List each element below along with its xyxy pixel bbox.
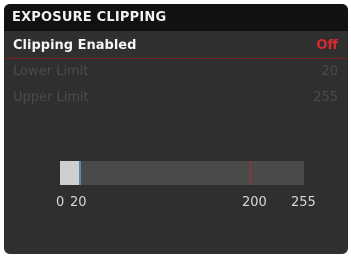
clipped-low-region — [60, 161, 80, 185]
clipping-enabled-label: Clipping Enabled — [13, 38, 137, 53]
range-label-upper: 200 — [242, 195, 267, 210]
exposure-clipping-screen: EXPOSURE CLIPPING Clipping Enabled Off L… — [4, 4, 348, 254]
range-label-lower: 20 — [70, 195, 87, 210]
page-title: EXPOSURE CLIPPING — [12, 10, 167, 25]
lower-limit-value: 20 — [321, 64, 338, 79]
upper-limit-marker — [250, 161, 251, 185]
menu-row-upper-limit: Upper Limit 255 — [4, 86, 348, 110]
range-label-min: 0 — [56, 195, 65, 210]
clipping-range-bar — [60, 161, 304, 185]
upper-limit-value: 255 — [313, 90, 338, 105]
lower-limit-marker — [79, 161, 81, 185]
range-label-max: 255 — [291, 195, 316, 210]
lower-limit-label: Lower Limit — [13, 64, 89, 79]
menu-row-lower-limit: Lower Limit 20 — [4, 60, 348, 84]
upper-limit-label: Upper Limit — [13, 90, 89, 105]
title-bar: EXPOSURE CLIPPING — [4, 4, 348, 31]
clipping-enabled-value[interactable]: Off — [316, 38, 338, 53]
menu-row-clipping-enabled[interactable]: Clipping Enabled Off — [4, 34, 348, 59]
